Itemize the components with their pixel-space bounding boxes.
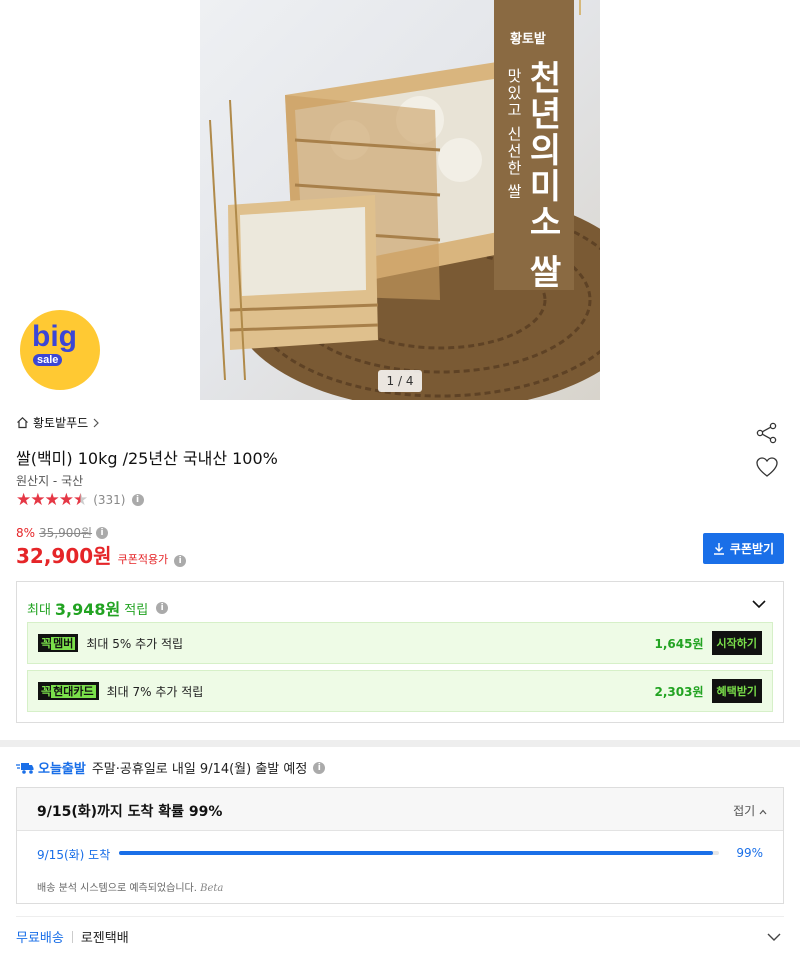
reward-row-member[interactable]: 꼭 멤버 최대 5% 추가 적립 1,645원 시작하기 xyxy=(27,622,773,664)
arrival-progress-bar xyxy=(119,851,719,855)
truck-icon xyxy=(16,762,34,774)
shipping-row: 오늘출발 주말·공휴일로 내일 9/14(월) 출발 예정 i xyxy=(16,758,326,777)
coupon-label: 쿠폰받기 xyxy=(729,542,775,556)
price-row: 32,900원 쿠폰적용가 i xyxy=(16,540,187,569)
delivery-option-row[interactable]: 무료배송 로젠택배 xyxy=(16,916,784,956)
arrival-date: 9/15(화) 도착 xyxy=(37,848,111,862)
separator xyxy=(71,930,73,943)
today-ship-label: 오늘출발 xyxy=(38,762,86,777)
star-rating: ★★★★★ xyxy=(16,490,88,510)
discount-rate: 8% xyxy=(16,525,36,540)
banner-brand-logo: 황토밭 xyxy=(510,32,546,47)
banner-headline: 천년의미소 쌀 xyxy=(522,60,562,290)
chevron-up-icon xyxy=(759,809,767,815)
section-divider xyxy=(0,740,800,747)
reward-suffix: 적립 xyxy=(124,602,149,618)
beta-label: Beta xyxy=(200,883,224,894)
original-price: 35,900원 xyxy=(39,526,93,540)
brand-link[interactable]: 황토밭푸드 xyxy=(16,414,100,431)
download-icon xyxy=(713,543,724,555)
get-benefit-button[interactable]: 혜택받기 xyxy=(711,679,762,703)
reward-amount: 3,948원 xyxy=(54,600,121,619)
reward-row-amount: 2,303원 xyxy=(654,684,704,699)
big-sale-text: big xyxy=(32,320,77,353)
ship-date-text: 주말·공휴일로 내일 9/14(월) 출발 예정 xyxy=(91,762,308,777)
price-note: 쿠폰적용가 xyxy=(117,553,169,566)
heart-icon[interactable] xyxy=(755,456,779,478)
info-icon[interactable]: i xyxy=(156,602,169,614)
reward-row-card[interactable]: 꼭 현대카드 최대 7% 추가 적립 2,303원 혜택받기 xyxy=(27,670,773,712)
start-button[interactable]: 시작하기 xyxy=(711,631,762,655)
reward-row-amount: 1,645원 xyxy=(654,636,704,651)
carrier-name: 로젠택배 xyxy=(80,931,129,946)
share-icon[interactable] xyxy=(755,422,779,444)
arrival-probability-panel: 9/15(화)까지 도착 확률 99% 접기 9/15(화) 도착 99% 배송… xyxy=(16,787,784,904)
arrival-note: 배송 분석 시스템으로 예측되었습니다. Beta xyxy=(37,883,224,894)
product-title: 쌀(백미) 10kg /25년산 국내산 100% xyxy=(16,449,278,468)
big-sale-badge: big sale xyxy=(20,310,100,390)
rating-row[interactable]: ★★★★★ (331) i xyxy=(16,490,144,510)
reward-summary: 최대 3,948원 적립 i xyxy=(27,596,169,620)
arrival-percent: 99% xyxy=(736,846,763,860)
today-ship-badge: 오늘출발 xyxy=(16,758,86,777)
reward-prefix: 최대 xyxy=(27,602,51,618)
arrival-title: 9/15(화)까지 도착 확률 99% xyxy=(37,804,223,820)
fold-label: 접기 xyxy=(733,804,756,818)
reward-panel: 최대 3,948원 적립 i 꼭 멤버 최대 5% 추가 적립 1,645원 시작… xyxy=(16,581,784,723)
banner-subtitle: 맛있고 신선한 쌀 xyxy=(505,68,523,201)
chevron-down-icon[interactable] xyxy=(749,594,769,614)
chevron-down-icon[interactable] xyxy=(764,927,784,947)
reward-desc: 최대 7% 추가 적립 xyxy=(106,684,204,699)
chevron-right-icon xyxy=(93,418,100,427)
reward-tag: 꼭 현대카드 xyxy=(38,682,99,700)
fold-button[interactable]: 접기 xyxy=(733,802,767,819)
discount-row: 8% 35,900원 i xyxy=(16,524,109,541)
big-sale-subtext: sale xyxy=(33,354,63,366)
sale-price: 32,900원 xyxy=(16,544,112,568)
arrival-progress-fill xyxy=(119,851,713,855)
info-icon[interactable]: i xyxy=(174,555,187,567)
review-count[interactable]: (331) xyxy=(93,493,125,507)
free-shipping-label: 무료배송 xyxy=(16,931,64,946)
reward-desc: 최대 5% 추가 적립 xyxy=(86,636,184,651)
info-icon[interactable]: i xyxy=(131,494,144,506)
reward-tag: 꼭 멤버 xyxy=(38,634,79,652)
product-origin: 원산지 - 국산 xyxy=(16,474,84,488)
carousel-counter: 1 / 4 xyxy=(378,370,422,392)
brand-name: 황토밭푸드 xyxy=(33,416,89,430)
home-icon xyxy=(17,416,28,429)
coupon-download-button[interactable]: 쿠폰받기 xyxy=(703,533,784,564)
info-icon[interactable]: i xyxy=(96,526,109,539)
info-icon[interactable]: i xyxy=(313,761,326,774)
arrival-header: 9/15(화)까지 도착 확률 99% 접기 xyxy=(17,788,783,831)
